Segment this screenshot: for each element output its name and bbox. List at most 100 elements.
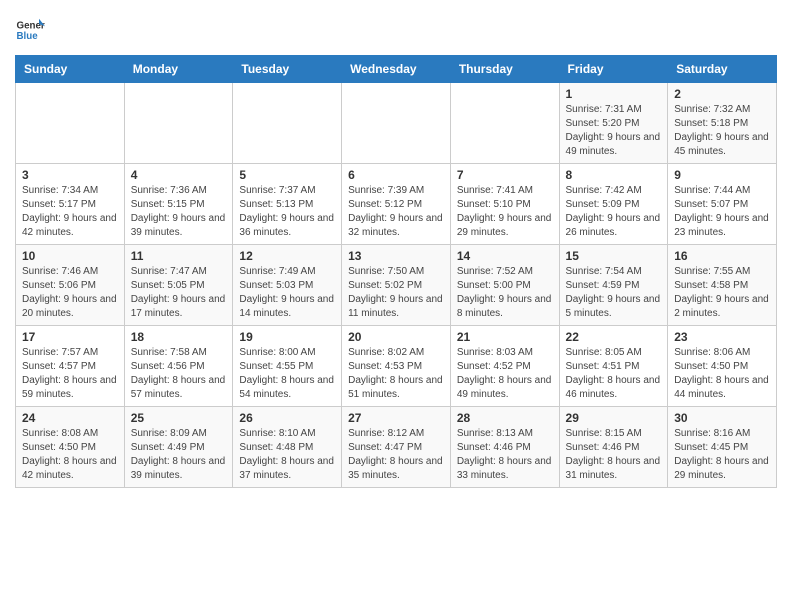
weekday-header-friday: Friday — [559, 56, 668, 83]
day-cell — [342, 83, 451, 164]
day-number: 25 — [131, 411, 227, 425]
day-number: 18 — [131, 330, 227, 344]
day-info: Sunrise: 8:15 AM Sunset: 4:46 PM Dayligh… — [566, 427, 662, 483]
day-cell: 9Sunrise: 7:44 AM Sunset: 5:07 PM Daylig… — [668, 164, 777, 245]
day-info: Sunrise: 7:36 AM Sunset: 5:15 PM Dayligh… — [131, 184, 227, 240]
day-number: 7 — [457, 168, 553, 182]
day-info: Sunrise: 7:50 AM Sunset: 5:02 PM Dayligh… — [348, 265, 444, 321]
day-cell — [124, 83, 233, 164]
weekday-header-tuesday: Tuesday — [233, 56, 342, 83]
day-cell: 25 Sunrise: 8:09 AM Sunset: 4:49 PM Dayli… — [124, 407, 233, 488]
week-row-1: 1 Sunrise: 7:31 AM Sunset: 5:20 PM Daylig… — [16, 83, 777, 164]
day-number: 4 — [131, 168, 227, 182]
day-info: Sunrise: 7:54 AM Sunset: 4:59 PM Dayligh… — [566, 265, 662, 321]
weekday-header-monday: Monday — [124, 56, 233, 83]
day-info: Sunrise: 7:39 AM Sunset: 5:12 PM Dayligh… — [348, 184, 444, 240]
day-info: Sunrise: 8:00 AM Sunset: 4:55 PM Dayligh… — [239, 346, 335, 402]
header: General Blue — [15, 15, 777, 45]
day-number: 23 — [674, 330, 770, 344]
day-cell: 3 Sunrise: 7:34 AM Sunset: 5:17 PM Daylig… — [16, 164, 125, 245]
day-cell — [450, 83, 559, 164]
day-number: 12 — [239, 249, 335, 263]
day-cell: 28 Sunrise: 8:13 AM Sunset: 4:46 PM Dayli… — [450, 407, 559, 488]
day-cell: 2 Sunrise: 7:32 AM Sunset: 5:18 PM Daylig… — [668, 83, 777, 164]
day-number: 28 — [457, 411, 553, 425]
day-info: Sunrise: 8:12 AM Sunset: 4:47 PM Dayligh… — [348, 427, 444, 483]
day-info: Sunrise: 7:57 AM Sunset: 4:57 PM Dayligh… — [22, 346, 118, 402]
day-number: 3 — [22, 168, 118, 182]
day-number: 30 — [674, 411, 770, 425]
day-info: Sunrise: 7:42 AM Sunset: 5:09 PM Dayligh… — [566, 184, 662, 240]
day-cell: 20 Sunrise: 8:02 AM Sunset: 4:53 PM Dayli… — [342, 326, 451, 407]
day-number: 2 — [674, 87, 770, 101]
day-number: 26 — [239, 411, 335, 425]
day-number: 9 — [674, 168, 770, 182]
day-info: Sunrise: 7:47 AM Sunset: 5:05 PM Dayligh… — [131, 265, 227, 321]
day-cell: 26Sunrise: 8:10 AM Sunset: 4:48 PM Dayli… — [233, 407, 342, 488]
day-number: 15 — [566, 249, 662, 263]
day-number: 8 — [566, 168, 662, 182]
day-number: 1 — [566, 87, 662, 101]
day-cell: 27 Sunrise: 8:12 AM Sunset: 4:47 PM Dayli… — [342, 407, 451, 488]
day-cell: 4 Sunrise: 7:36 AM Sunset: 5:15 PM Daylig… — [124, 164, 233, 245]
week-row-5: 24 Sunrise: 8:08 AM Sunset: 4:50 PM Dayli… — [16, 407, 777, 488]
day-info: Sunrise: 7:58 AM Sunset: 4:56 PM Dayligh… — [131, 346, 227, 402]
day-info: Sunrise: 7:55 AM Sunset: 4:58 PM Dayligh… — [674, 265, 770, 321]
day-number: 22 — [566, 330, 662, 344]
day-info: Sunrise: 8:13 AM Sunset: 4:46 PM Dayligh… — [457, 427, 553, 483]
weekday-header-row: SundayMondayTuesdayWednesdayThursdayFrid… — [16, 56, 777, 83]
week-row-2: 3 Sunrise: 7:34 AM Sunset: 5:17 PM Daylig… — [16, 164, 777, 245]
day-number: 21 — [457, 330, 553, 344]
day-info: Sunrise: 8:06 AM Sunset: 4:50 PM Dayligh… — [674, 346, 770, 402]
day-cell: 19 Sunrise: 8:00 AM Sunset: 4:55 PM Dayli… — [233, 326, 342, 407]
day-cell: 23 Sunrise: 8:06 AM Sunset: 4:50 PM Dayli… — [668, 326, 777, 407]
day-cell: 8 Sunrise: 7:42 AM Sunset: 5:09 PM Daylig… — [559, 164, 668, 245]
day-number: 5 — [239, 168, 335, 182]
logo: General Blue — [15, 15, 49, 45]
day-number: 19 — [239, 330, 335, 344]
day-info: Sunrise: 8:09 AM Sunset: 4:49 PM Dayligh… — [131, 427, 227, 483]
logo-icon: General Blue — [15, 15, 45, 45]
day-info: Sunrise: 7:49 AM Sunset: 5:03 PM Dayligh… — [239, 265, 335, 321]
day-cell: 7 Sunrise: 7:41 AM Sunset: 5:10 PM Daylig… — [450, 164, 559, 245]
day-cell: 13 Sunrise: 7:50 AM Sunset: 5:02 PM Dayli… — [342, 245, 451, 326]
day-cell: 10 Sunrise: 7:46 AM Sunset: 5:06 PM Dayli… — [16, 245, 125, 326]
day-cell: 15 Sunrise: 7:54 AM Sunset: 4:59 PM Dayli… — [559, 245, 668, 326]
day-cell: 11Sunrise: 7:47 AM Sunset: 5:05 PM Dayli… — [124, 245, 233, 326]
day-cell: 21 Sunrise: 8:03 AM Sunset: 4:52 PM Dayli… — [450, 326, 559, 407]
day-info: Sunrise: 7:32 AM Sunset: 5:18 PM Dayligh… — [674, 103, 770, 159]
day-cell: 30 Sunrise: 8:16 AM Sunset: 4:45 PM Dayli… — [668, 407, 777, 488]
day-info: Sunrise: 8:16 AM Sunset: 4:45 PM Dayligh… — [674, 427, 770, 483]
day-info: Sunrise: 8:08 AM Sunset: 4:50 PM Dayligh… — [22, 427, 118, 483]
day-cell: 29Sunrise: 8:15 AM Sunset: 4:46 PM Dayli… — [559, 407, 668, 488]
svg-text:Blue: Blue — [17, 31, 39, 42]
day-cell — [16, 83, 125, 164]
week-row-4: 17Sunrise: 7:57 AM Sunset: 4:57 PM Dayli… — [16, 326, 777, 407]
day-info: Sunrise: 7:46 AM Sunset: 5:06 PM Dayligh… — [22, 265, 118, 321]
day-cell: 18 Sunrise: 7:58 AM Sunset: 4:56 PM Dayli… — [124, 326, 233, 407]
day-cell: 5 Sunrise: 7:37 AM Sunset: 5:13 PM Daylig… — [233, 164, 342, 245]
weekday-header-sunday: Sunday — [16, 56, 125, 83]
day-info: Sunrise: 7:31 AM Sunset: 5:20 PM Dayligh… — [566, 103, 662, 159]
day-number: 13 — [348, 249, 444, 263]
day-number: 14 — [457, 249, 553, 263]
day-info: Sunrise: 7:37 AM Sunset: 5:13 PM Dayligh… — [239, 184, 335, 240]
day-info: Sunrise: 8:02 AM Sunset: 4:53 PM Dayligh… — [348, 346, 444, 402]
day-number: 6 — [348, 168, 444, 182]
day-cell: 16Sunrise: 7:55 AM Sunset: 4:58 PM Dayli… — [668, 245, 777, 326]
calendar: SundayMondayTuesdayWednesdayThursdayFrid… — [15, 55, 777, 488]
day-number: 24 — [22, 411, 118, 425]
day-cell: 6 Sunrise: 7:39 AM Sunset: 5:12 PM Daylig… — [342, 164, 451, 245]
day-info: Sunrise: 7:52 AM Sunset: 5:00 PM Dayligh… — [457, 265, 553, 321]
weekday-header-wednesday: Wednesday — [342, 56, 451, 83]
weekday-header-thursday: Thursday — [450, 56, 559, 83]
day-number: 10 — [22, 249, 118, 263]
day-info: Sunrise: 7:41 AM Sunset: 5:10 PM Dayligh… — [457, 184, 553, 240]
day-info: Sunrise: 8:03 AM Sunset: 4:52 PM Dayligh… — [457, 346, 553, 402]
day-cell: 12 Sunrise: 7:49 AM Sunset: 5:03 PM Dayli… — [233, 245, 342, 326]
day-number: 20 — [348, 330, 444, 344]
day-info: Sunrise: 7:34 AM Sunset: 5:17 PM Dayligh… — [22, 184, 118, 240]
day-number: 27 — [348, 411, 444, 425]
day-cell: 1 Sunrise: 7:31 AM Sunset: 5:20 PM Daylig… — [559, 83, 668, 164]
day-cell: 22Sunrise: 8:05 AM Sunset: 4:51 PM Dayli… — [559, 326, 668, 407]
